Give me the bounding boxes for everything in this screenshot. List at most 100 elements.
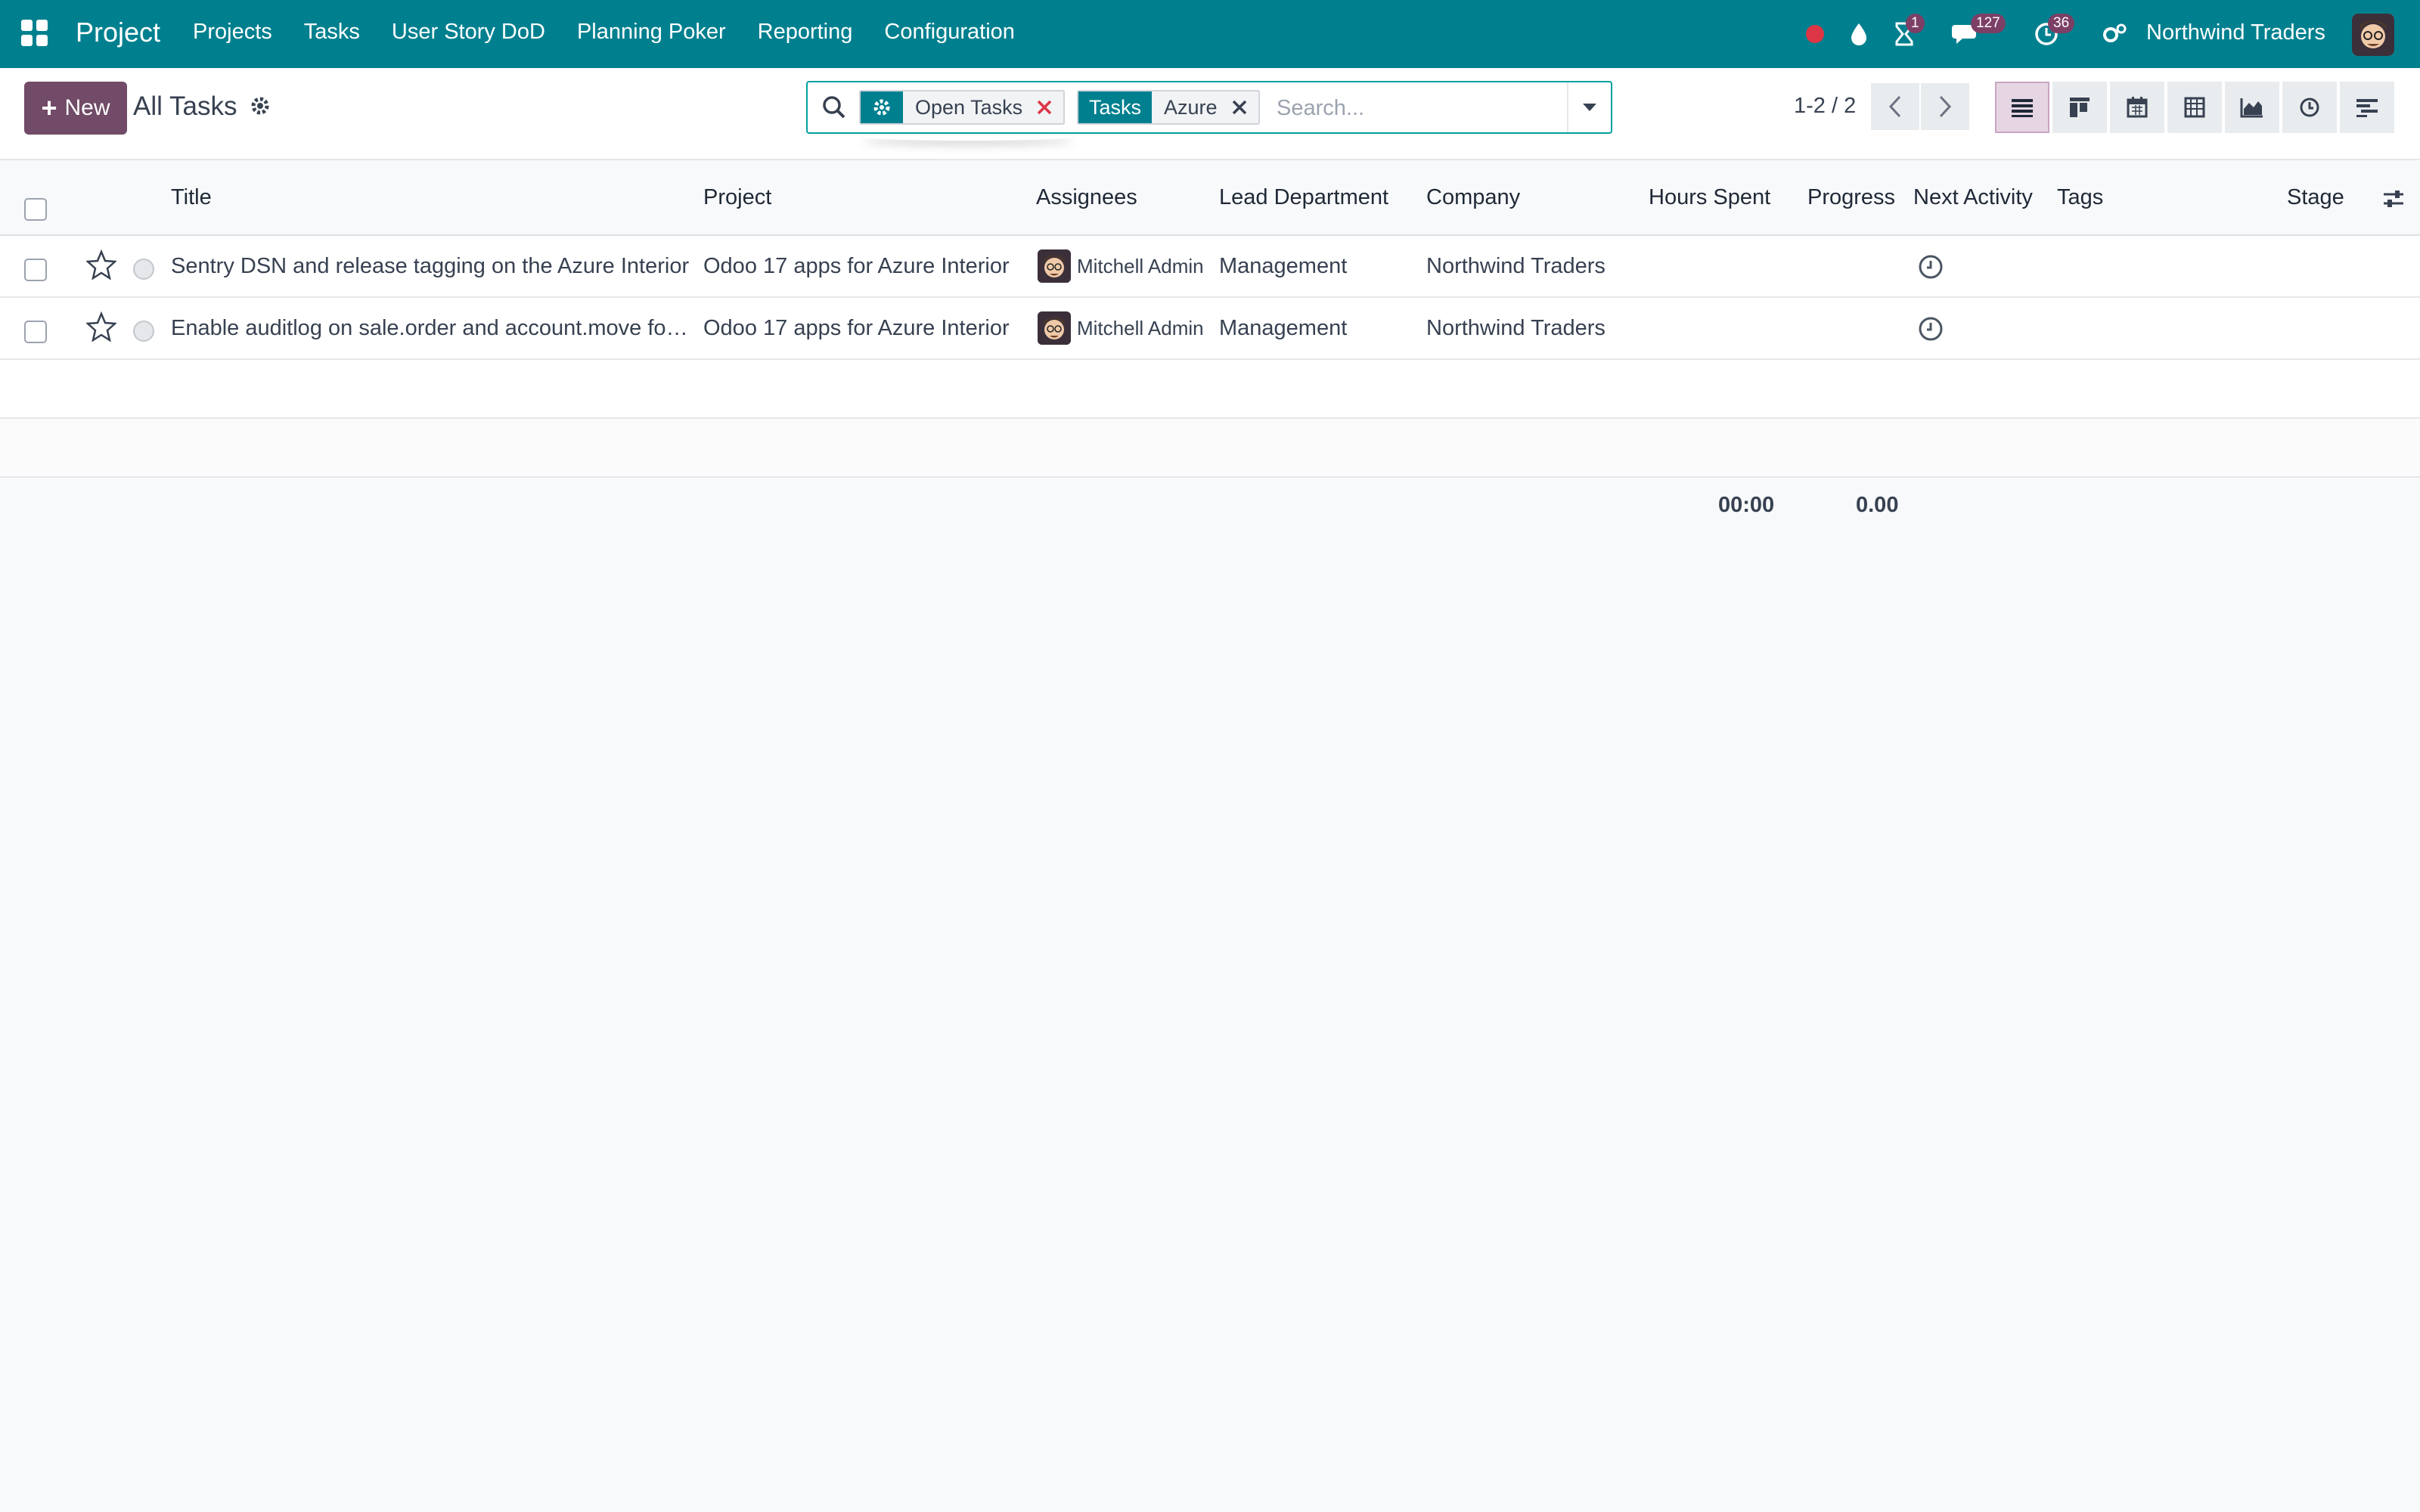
task-title: Sentry DSN and release tagging on the Az… <box>171 254 690 278</box>
remove-facet-icon[interactable] <box>1227 91 1258 123</box>
timer-badge: 36 <box>2048 14 2075 33</box>
tasks-list-table: Title Project Assignees Lead Department … <box>0 160 2420 535</box>
task-company: Northwind Traders <box>1426 316 1606 340</box>
top-navbar: Project Projects Tasks User Story DoD Pl… <box>0 0 2420 68</box>
search-icon[interactable] <box>821 94 847 124</box>
menu-configuration[interactable]: Configuration <box>884 20 1015 45</box>
search-bar: Open Tasks Tasks Azure <box>806 81 1612 134</box>
column-stage[interactable]: Stage <box>2287 185 2344 210</box>
gantt-view-icon <box>2356 99 2378 117</box>
calendar-view-button[interactable] <box>2110 82 2164 133</box>
pivot-view-button[interactable] <box>2167 82 2222 133</box>
task-assignee[interactable]: Mitchell Admin <box>1038 249 1204 283</box>
activity-view-button[interactable] <box>2282 82 2337 133</box>
select-all-checkbox[interactable] <box>24 198 47 221</box>
search-facet-shadow <box>862 133 1074 141</box>
assignee-avatar <box>1038 249 1071 283</box>
search-facet-tasks: Tasks Azure <box>1077 90 1260 125</box>
apps-menu-icon[interactable] <box>21 20 48 47</box>
page-title: All Tasks <box>133 91 237 121</box>
menu-user-story-dod[interactable]: User Story DoD <box>392 20 545 45</box>
pager-previous-button[interactable] <box>1871 83 1919 130</box>
column-progress[interactable]: Progress <box>1807 185 1895 210</box>
empty-row <box>0 419 2420 478</box>
app-brand[interactable]: Project <box>76 17 160 48</box>
search-options-toggle[interactable] <box>1567 82 1611 132</box>
chevron-right-icon <box>1939 95 1952 118</box>
menu-reporting[interactable]: Reporting <box>758 20 853 45</box>
activity-clock-icon[interactable] <box>1918 254 1944 284</box>
view-switcher <box>1995 82 2394 133</box>
column-lead-department[interactable]: Lead Department <box>1219 185 1388 210</box>
remove-facet-icon[interactable] <box>1032 91 1063 123</box>
task-state-dot[interactable] <box>133 321 154 342</box>
table-footer: 00:00 0.00 <box>0 478 2420 535</box>
messages-badge: 127 <box>1971 14 2006 33</box>
task-department: Management <box>1219 316 1348 340</box>
plus-icon: + <box>41 92 57 123</box>
task-project: Odoo 17 apps for Azure Interior <box>703 316 1010 340</box>
row-checkbox[interactable] <box>24 259 47 281</box>
task-state-dot[interactable] <box>133 259 154 280</box>
caret-down-icon <box>1583 104 1596 111</box>
drop-icon[interactable] <box>1844 21 1874 47</box>
record-indicator-icon[interactable] <box>1800 21 1830 47</box>
calendar-view-icon <box>2127 97 2148 118</box>
table-header: Title Project Assignees Lead Department … <box>0 160 2420 236</box>
activity-view-icon <box>2300 98 2319 117</box>
star-icon[interactable] <box>85 249 118 284</box>
row-checkbox[interactable] <box>24 321 47 343</box>
gantt-view-button[interactable] <box>2340 82 2394 133</box>
search-facet-filter: Open Tasks <box>859 90 1066 125</box>
chevron-left-icon <box>1888 95 1901 118</box>
kanban-view-icon <box>2070 98 2090 117</box>
task-project: Odoo 17 apps for Azure Interior <box>703 254 1010 278</box>
column-company[interactable]: Company <box>1426 185 1520 210</box>
task-title: Enable auditlog on sale.order and accoun… <box>171 316 693 340</box>
activities-badge: 1 <box>1906 14 1925 33</box>
actions-gear-icon[interactable] <box>250 95 271 120</box>
graph-view-icon <box>2240 98 2263 118</box>
facet-value-open-tasks: Open Tasks <box>915 95 1023 119</box>
pager-next-button[interactable] <box>1921 83 1969 130</box>
menu-tasks[interactable]: Tasks <box>304 20 360 45</box>
activity-hourglass-icon[interactable]: 1 <box>1889 14 1925 47</box>
column-project[interactable]: Project <box>703 185 771 210</box>
star-icon[interactable] <box>85 311 118 345</box>
column-next-activity[interactable]: Next Activity <box>1913 185 2033 210</box>
column-hours-spent[interactable]: Hours Spent <box>1649 185 1770 210</box>
facet-value-azure: Azure <box>1164 95 1218 119</box>
search-input[interactable] <box>1277 88 1556 128</box>
pivot-view-icon <box>2184 97 2205 118</box>
graph-view-button[interactable] <box>2225 82 2279 133</box>
main-menu: Projects Tasks User Story DoD Planning P… <box>193 20 1015 45</box>
optional-columns-toggle-icon[interactable] <box>2382 189 2405 212</box>
total-hours-spent: 00:00 <box>1718 493 1775 517</box>
timer-icon[interactable]: 36 <box>2031 14 2075 47</box>
task-company: Northwind Traders <box>1426 254 1606 278</box>
control-panel: + New All Tasks Open Tasks Tasks Azure S… <box>0 68 2420 160</box>
assignee-avatar <box>1038 311 1071 345</box>
table-row[interactable]: Enable auditlog on sale.order and accoun… <box>0 298 2420 360</box>
kanban-view-button[interactable] <box>2052 82 2107 133</box>
table-row[interactable]: Sentry DSN and release tagging on the Az… <box>0 236 2420 298</box>
list-view-button[interactable] <box>1995 82 2049 133</box>
pager-value[interactable]: 1-2 / 2 <box>1794 94 1856 119</box>
messages-icon[interactable]: 127 <box>1951 14 2006 47</box>
column-title[interactable]: Title <box>171 185 212 210</box>
filter-gear-icon <box>861 91 903 123</box>
activity-clock-icon[interactable] <box>1918 316 1944 345</box>
task-department: Management <box>1219 254 1348 278</box>
column-tags[interactable]: Tags <box>2057 185 2103 210</box>
menu-planning-poker[interactable]: Planning Poker <box>577 20 726 45</box>
facet-label-tasks: Tasks <box>1078 91 1153 123</box>
task-assignee[interactable]: Mitchell Admin <box>1038 311 1204 345</box>
new-button[interactable]: + New <box>24 82 127 135</box>
menu-projects[interactable]: Projects <box>193 20 272 45</box>
column-assignees[interactable]: Assignees <box>1036 185 1137 210</box>
user-avatar[interactable] <box>2352 14 2394 56</box>
list-view-icon <box>2012 99 2033 117</box>
total-progress: 0.00 <box>1856 493 1899 517</box>
switch-company-gear-icon[interactable] <box>2099 21 2130 47</box>
company-switcher[interactable]: Northwind Traders <box>2146 20 2325 45</box>
